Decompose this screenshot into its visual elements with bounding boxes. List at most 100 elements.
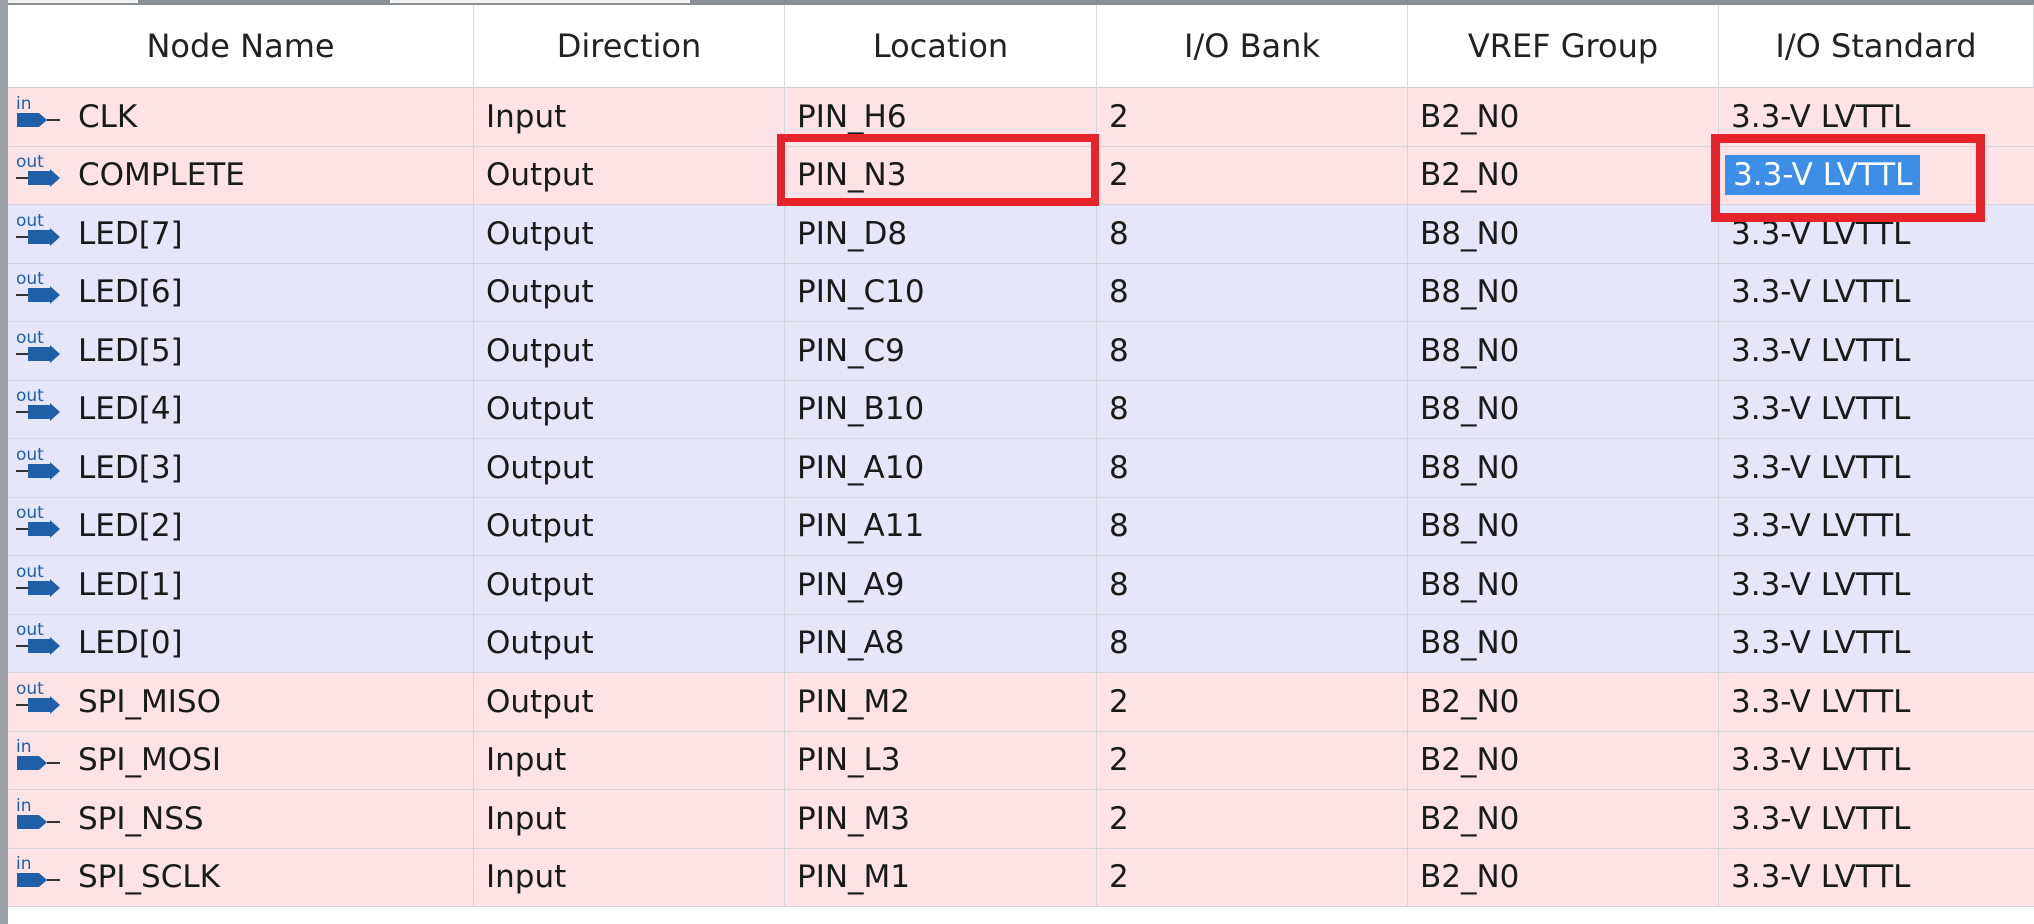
table-row[interactable]: out LED[6] Output PIN_C10 8 B8_N0 3.3-V LVTTL (8, 263, 2034, 322)
column-header-vref-group[interactable]: VREF Group (1408, 5, 1719, 87)
cell-node-name[interactable]: out LED[3] (8, 439, 474, 497)
cell-direction[interactable]: Output (474, 263, 785, 321)
cell-io-standard[interactable]: 3.3-V LVTTL (1719, 732, 2034, 790)
cell-io-bank[interactable]: 8 (1097, 263, 1408, 321)
cell-location[interactable]: PIN_A8 (785, 614, 1097, 672)
cell-vref-group[interactable]: B2_N0 (1408, 731, 1719, 789)
cell-node-name[interactable]: in SPI_SCLK (8, 848, 474, 906)
cell-node-name[interactable]: in CLK (8, 88, 474, 146)
cell-io-bank[interactable]: 2 (1097, 88, 1408, 146)
cell-io-bank[interactable]: 2 (1097, 673, 1408, 731)
cell-direction[interactable]: Output (474, 205, 785, 263)
cell-io-bank[interactable]: 8 (1097, 556, 1408, 614)
cell-io-bank-value: 8 (1109, 391, 1129, 428)
cell-location[interactable]: PIN_B10 (785, 380, 1097, 438)
cell-direction[interactable]: Output (474, 673, 785, 731)
cell-io-standard[interactable]: 3.3-V LVTTL (1719, 790, 2034, 848)
cell-io-bank[interactable]: 8 (1097, 439, 1408, 497)
cell-vref-group[interactable]: B2_N0 (1408, 88, 1719, 146)
cell-node-name[interactable]: out SPI_MISO (8, 673, 474, 731)
cell-vref-group[interactable]: B8_N0 (1408, 380, 1719, 438)
cell-direction[interactable]: Output (474, 380, 785, 438)
table-row[interactable]: out LED[1] Output PIN_A9 8 B8_N0 3.3-V LVTTL (8, 556, 2034, 615)
cell-io-bank[interactable]: 8 (1097, 205, 1408, 263)
cell-io-bank[interactable]: 2 (1097, 848, 1408, 906)
cell-io-standard[interactable]: 3.3-V LVTTL (1719, 264, 2034, 322)
cell-location[interactable]: PIN_M1 (785, 848, 1097, 906)
cell-location[interactable]: PIN_A11 (785, 497, 1097, 555)
cell-direction[interactable]: Input (474, 731, 785, 789)
table-row[interactable]: in SPI_NSS Input PIN_M3 2 B2_N0 3.3-V LVTTL (8, 790, 2034, 849)
cell-location[interactable]: PIN_C9 (785, 322, 1097, 380)
cell-io-bank[interactable]: 8 (1097, 322, 1408, 380)
cell-node-name[interactable]: out LED[5] (8, 322, 474, 380)
cell-direction[interactable]: Output (474, 322, 785, 380)
cell-node-name[interactable]: out LED[4] (8, 380, 474, 438)
cell-io-standard[interactable]: 3.3-V LVTTL (1719, 849, 2034, 907)
cell-io-bank[interactable]: 2 (1097, 731, 1408, 789)
table-row[interactable]: out LED[5] Output PIN_C9 8 B8_N0 3.3-V LVTTL (8, 322, 2034, 381)
cell-io-bank[interactable]: 2 (1097, 146, 1408, 204)
table-row[interactable]: in SPI_SCLK Input PIN_M1 2 B2_N0 3.3-V LVTTL (8, 848, 2034, 907)
cell-vref-group[interactable]: B8_N0 (1408, 263, 1719, 321)
cell-io-bank[interactable]: 8 (1097, 380, 1408, 438)
cell-direction[interactable]: Output (474, 497, 785, 555)
cell-vref-group[interactable]: B8_N0 (1408, 205, 1719, 263)
cell-vref-group[interactable]: B2_N0 (1408, 146, 1719, 204)
cell-node-name[interactable]: out COMPLETE (8, 146, 474, 204)
cell-vref-group[interactable]: B8_N0 (1408, 439, 1719, 497)
table-row[interactable]: in SPI_MOSI Input PIN_L3 2 B2_N0 3.3-V LVTTL (8, 731, 2034, 790)
cell-direction[interactable]: Output (474, 146, 785, 204)
cell-direction[interactable]: Input (474, 848, 785, 906)
cell-location[interactable]: PIN_A10 (785, 439, 1097, 497)
cell-direction[interactable]: Output (474, 556, 785, 614)
cell-vref-group[interactable]: B2_N0 (1408, 673, 1719, 731)
cell-node-name[interactable]: out LED[6] (8, 263, 474, 321)
table-row[interactable]: out LED[2] Output PIN_A11 8 B8_N0 3.3-V LVTTL (8, 497, 2034, 556)
tab-hint[interactable] (8, 0, 138, 3)
cell-io-standard[interactable]: 3.3-V LVTTL (1719, 615, 2034, 673)
cell-io-standard[interactable]: 3.3-V LVTTL (1719, 556, 2034, 614)
cell-io-standard[interactable]: 3.3-V LVTTL (1719, 439, 2034, 497)
cell-io-bank[interactable]: 2 (1097, 790, 1408, 848)
cell-node-name[interactable]: out LED[0] (8, 614, 474, 672)
column-header-location[interactable]: Location (785, 5, 1097, 87)
cell-location[interactable]: PIN_A9 (785, 556, 1097, 614)
cell-vref-group[interactable]: B2_N0 (1408, 790, 1719, 848)
cell-vref-group[interactable]: B8_N0 (1408, 322, 1719, 380)
cell-location[interactable]: PIN_C10 (785, 263, 1097, 321)
table-row[interactable]: out LED[4] Output PIN_B10 8 B8_N0 3.3-V LVTTL (8, 380, 2034, 439)
cell-node-name[interactable]: in SPI_MOSI (8, 731, 474, 789)
cell-node-name[interactable]: in SPI_NSS (8, 790, 474, 848)
cell-io-standard[interactable]: 3.3-V LVTTL (1719, 673, 2034, 731)
column-header-direction[interactable]: Direction (474, 5, 785, 87)
cell-vref-group[interactable]: B8_N0 (1408, 556, 1719, 614)
column-header-node-name[interactable]: Node Name (8, 5, 474, 87)
cell-node-name[interactable]: out LED[2] (8, 497, 474, 555)
cell-node-name[interactable]: out LED[7] (8, 205, 474, 263)
cell-location[interactable]: PIN_D8 (785, 205, 1097, 263)
cell-io-bank[interactable]: 8 (1097, 497, 1408, 555)
cell-location[interactable]: PIN_M2 (785, 673, 1097, 731)
cell-direction[interactable]: Output (474, 439, 785, 497)
cell-vref-group[interactable]: B2_N0 (1408, 848, 1719, 906)
cell-vref-group[interactable]: B8_N0 (1408, 497, 1719, 555)
cell-io-bank[interactable]: 8 (1097, 614, 1408, 672)
table-row[interactable]: out LED[3] Output PIN_A10 8 B8_N0 3.3-V LVTTL (8, 439, 2034, 498)
cell-direction[interactable]: Input (474, 88, 785, 146)
cell-location[interactable]: PIN_M3 (785, 790, 1097, 848)
cell-io-standard[interactable]: 3.3-V LVTTL (1719, 322, 2034, 380)
column-header-io-standard[interactable]: I/O Standard (1719, 5, 2034, 87)
table-row[interactable]: out LED[0] Output PIN_A8 8 B8_N0 3.3-V LVTTL (8, 614, 2034, 673)
column-header-io-bank[interactable]: I/O Bank (1097, 5, 1408, 87)
cell-io-standard[interactable]: 3.3-V LVTTL (1719, 498, 2034, 556)
table-row[interactable]: out SPI_MISO Output PIN_M2 2 B2_N0 3.3-V LVTTL (8, 673, 2034, 732)
cell-vref-group-value: B8_N0 (1420, 215, 1520, 252)
cell-direction[interactable]: Input (474, 790, 785, 848)
cell-location[interactable]: PIN_L3 (785, 731, 1097, 789)
cell-node-name[interactable]: out LED[1] (8, 556, 474, 614)
cell-io-standard[interactable]: 3.3-V LVTTL (1719, 381, 2034, 439)
cell-direction[interactable]: Output (474, 614, 785, 672)
cell-vref-group[interactable]: B8_N0 (1408, 614, 1719, 672)
tab-hint[interactable] (390, 0, 690, 3)
